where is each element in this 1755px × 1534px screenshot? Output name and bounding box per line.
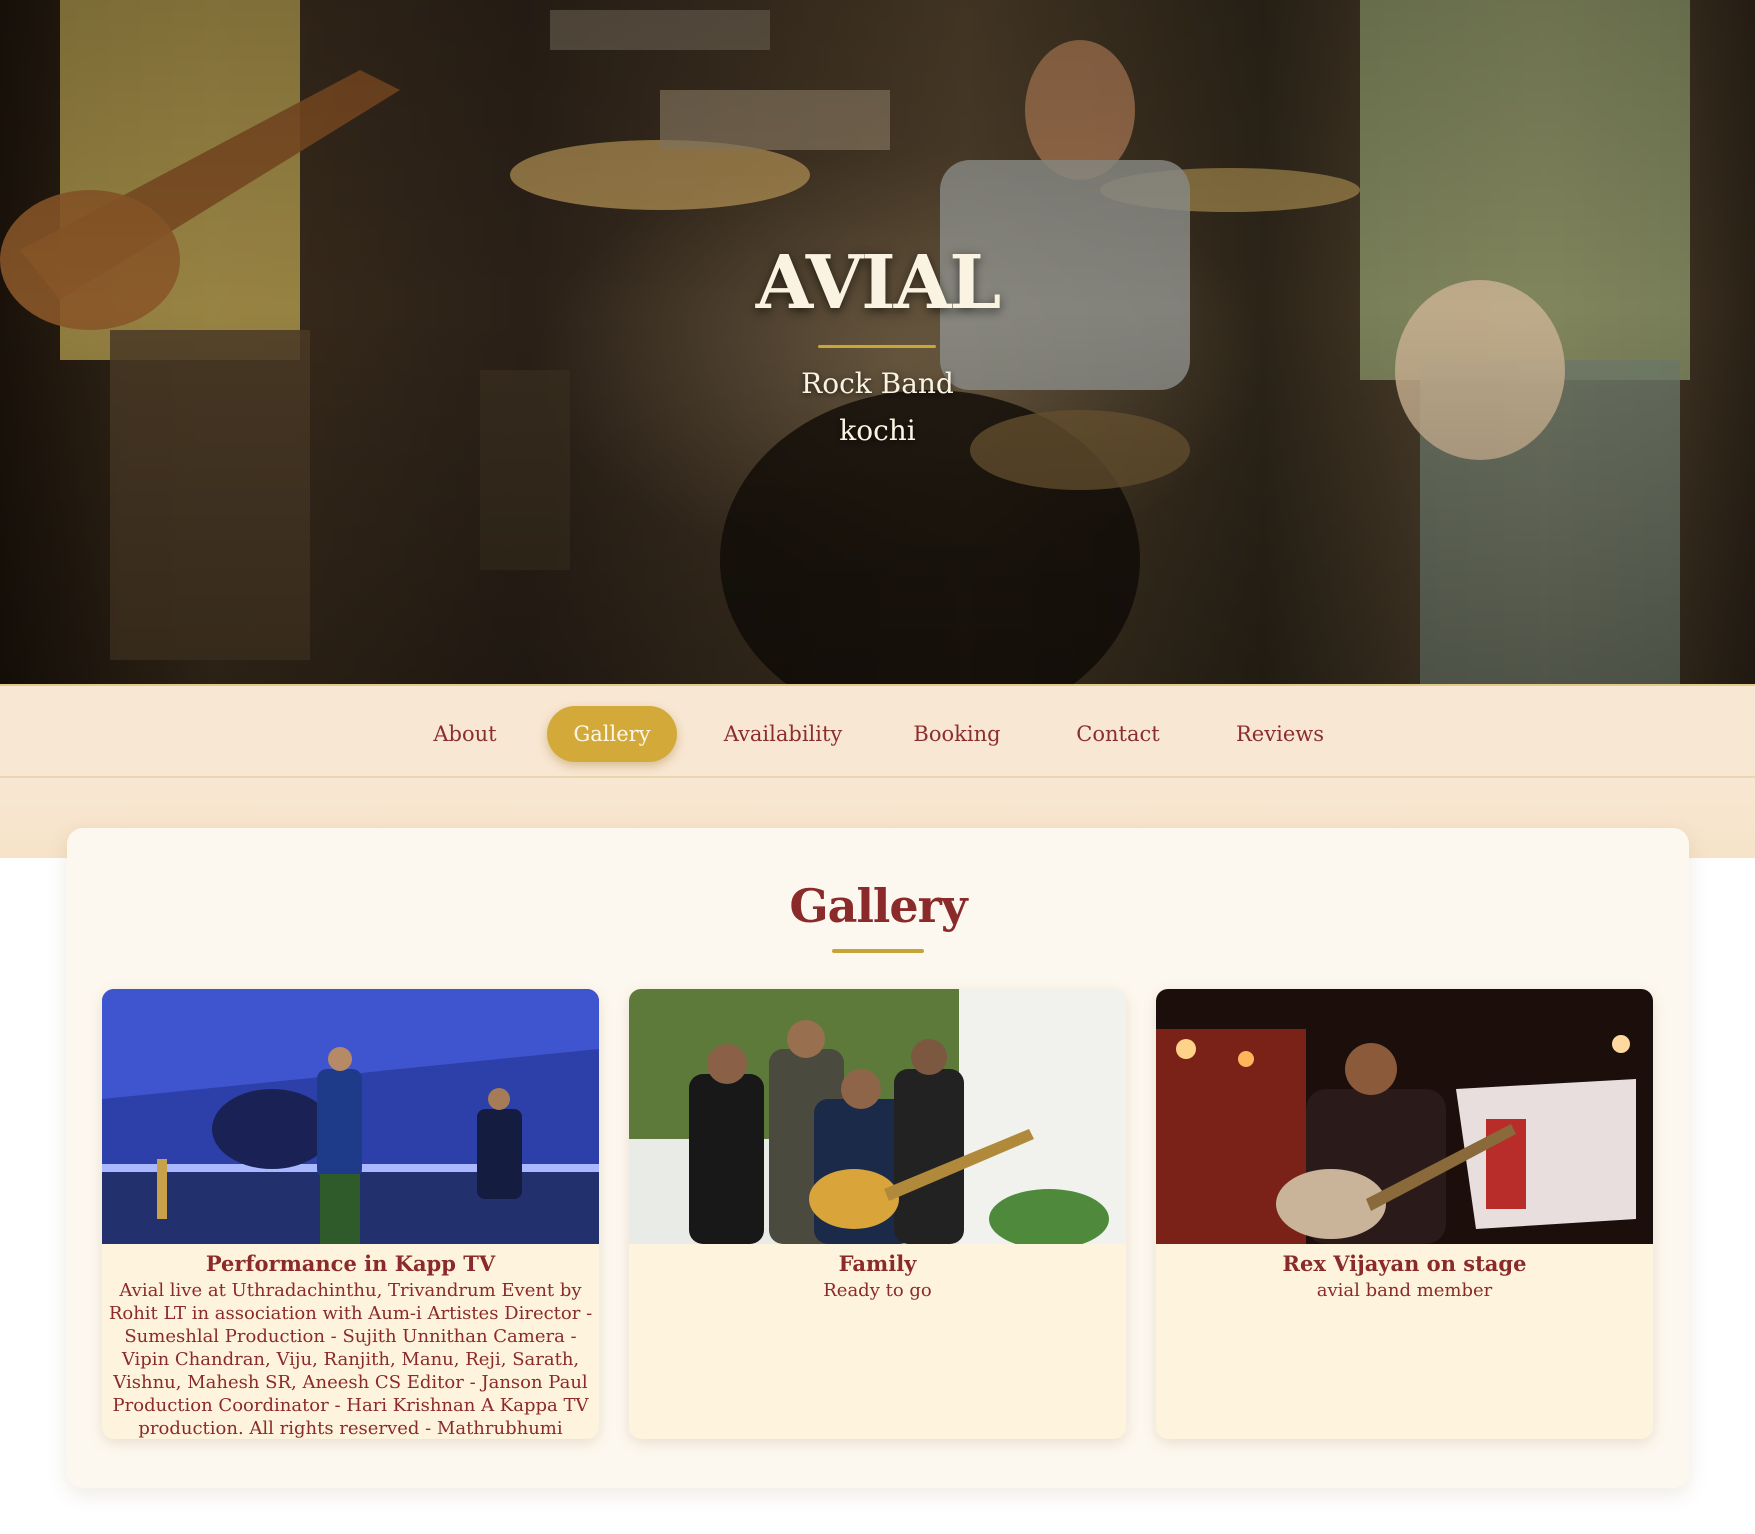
- gallery-photo[interactable]: [629, 989, 1126, 1244]
- hero-banner: AVIAL Rock Band kochi: [0, 0, 1755, 684]
- gallery-card-description: Avial live at Uthradachinthu, Trivandrum…: [108, 1280, 593, 1439]
- gallery-photo[interactable]: [1156, 989, 1653, 1244]
- band-city: kochi: [839, 414, 916, 447]
- band-group-image: [629, 989, 1126, 1244]
- gallery-card-family[interactable]: Family Ready to go: [629, 989, 1126, 1439]
- nav-contact[interactable]: Contact: [1068, 706, 1168, 762]
- gallery-card-description: Ready to go: [823, 1280, 932, 1301]
- gallery-heading-divider: [832, 949, 924, 953]
- nav-gallery[interactable]: Gallery: [547, 706, 677, 762]
- gallery-card-title: Rex Vijayan on stage: [1282, 1251, 1527, 1276]
- band-genre: Rock Band: [801, 367, 954, 400]
- hero-overlay: [0, 0, 1755, 684]
- stage-performance-image: [102, 989, 599, 1244]
- nav-booking[interactable]: Booking: [905, 706, 1009, 762]
- title-divider: [818, 345, 936, 348]
- section-nav: About Gallery Availability Booking Conta…: [0, 684, 1755, 778]
- gallery-photo[interactable]: [102, 989, 599, 1244]
- nav-about[interactable]: About: [420, 706, 510, 762]
- gallery-section: Gallery Performance in Kapp TV Avial liv…: [67, 828, 1689, 1488]
- nav-availability[interactable]: Availability: [716, 706, 850, 762]
- guitarist-on-stage-image: [1156, 989, 1653, 1244]
- gallery-card-description: avial band member: [1316, 1280, 1493, 1301]
- gallery-card-title: Performance in Kapp TV: [205, 1251, 496, 1276]
- gallery-card-title: Family: [838, 1251, 917, 1276]
- gallery-card-rex-vijayan[interactable]: Rex Vijayan on stage avial band member: [1156, 989, 1653, 1439]
- gallery-heading: Gallery: [789, 879, 967, 933]
- band-name: AVIAL: [755, 240, 1002, 326]
- nav-reviews[interactable]: Reviews: [1230, 706, 1330, 762]
- gallery-card-performance[interactable]: Performance in Kapp TV Avial live at Uth…: [102, 989, 599, 1439]
